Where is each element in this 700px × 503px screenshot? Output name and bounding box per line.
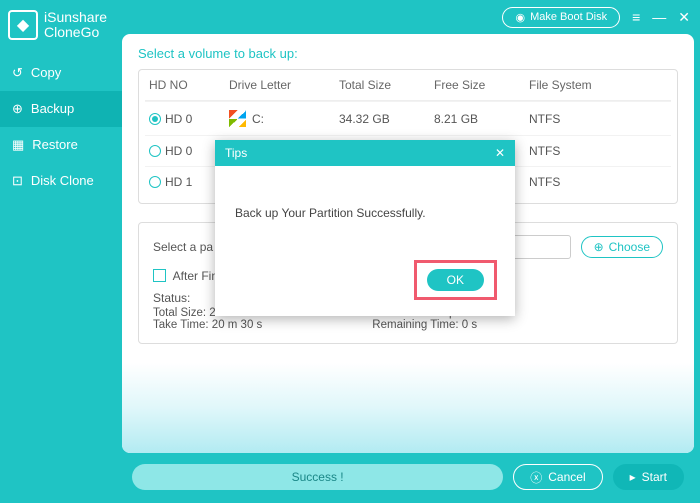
nav-restore[interactable]: ▦ Restore xyxy=(0,127,122,163)
dialog-title: Tips xyxy=(225,146,247,160)
close-icon[interactable]: ✕ xyxy=(495,146,505,160)
bottom-bar: Success ! ⓧ Cancel ▸ Start xyxy=(122,457,694,497)
start-button[interactable]: ▸ Start xyxy=(613,464,684,490)
disc-icon: ◉ xyxy=(515,11,525,24)
shield-icon: ◆ xyxy=(8,10,38,40)
radio-icon[interactable] xyxy=(149,145,161,157)
app-logo: ◆ iSunshare CloneGo xyxy=(0,0,122,55)
cancel-icon: ⓧ xyxy=(530,469,542,486)
sidebar: ◆ iSunshare CloneGo ↺ Copy ⊕ Backup ▦ Re… xyxy=(0,0,122,503)
checkbox[interactable] xyxy=(153,269,166,282)
plus-icon: ⊕ xyxy=(594,240,604,254)
nav-copy[interactable]: ↺ Copy xyxy=(0,55,122,91)
table-row[interactable]: HD 0 C: 34.32 GB 8.21 GB NTFS xyxy=(145,101,671,135)
choose-button[interactable]: ⊕ Choose xyxy=(581,236,663,258)
play-icon: ▸ xyxy=(630,470,636,484)
ok-button[interactable]: OK xyxy=(427,269,484,291)
make-boot-disk-button[interactable]: ◉ Make Boot Disk xyxy=(502,7,620,28)
windows-flag-icon xyxy=(229,110,246,127)
table-header: HD NO Drive Letter Total Size Free Size … xyxy=(145,70,671,101)
close-button[interactable]: ✕ xyxy=(678,9,690,26)
minimize-button[interactable]: — xyxy=(652,9,666,26)
diskclone-icon: ⊡ xyxy=(12,173,23,189)
copy-icon: ↺ xyxy=(12,65,23,81)
restore-icon: ▦ xyxy=(12,137,24,153)
topbar: ◉ Make Boot Disk ≡ — ✕ xyxy=(122,0,700,34)
radio-icon[interactable] xyxy=(149,113,161,125)
backup-icon: ⊕ xyxy=(12,101,23,117)
progress-bar: Success ! xyxy=(132,464,503,490)
path-label: Select a pa xyxy=(153,240,213,254)
cancel-button[interactable]: ⓧ Cancel xyxy=(513,464,602,490)
radio-icon[interactable] xyxy=(149,176,161,188)
nav-backup[interactable]: ⊕ Backup xyxy=(0,91,122,127)
tips-dialog: Tips ✕ Back up Your Partition Successful… xyxy=(215,140,515,316)
window-controls: ≡ — ✕ xyxy=(632,9,690,26)
dialog-titlebar: Tips ✕ xyxy=(215,140,515,166)
app-name: iSunshare CloneGo xyxy=(44,10,107,41)
dialog-message: Back up Your Partition Successfully. xyxy=(215,166,515,250)
ok-highlight: OK xyxy=(414,260,497,300)
menu-icon[interactable]: ≡ xyxy=(632,9,640,26)
section-title: Select a volume to back up: xyxy=(138,46,678,61)
nav-diskclone[interactable]: ⊡ Disk Clone xyxy=(0,163,122,199)
